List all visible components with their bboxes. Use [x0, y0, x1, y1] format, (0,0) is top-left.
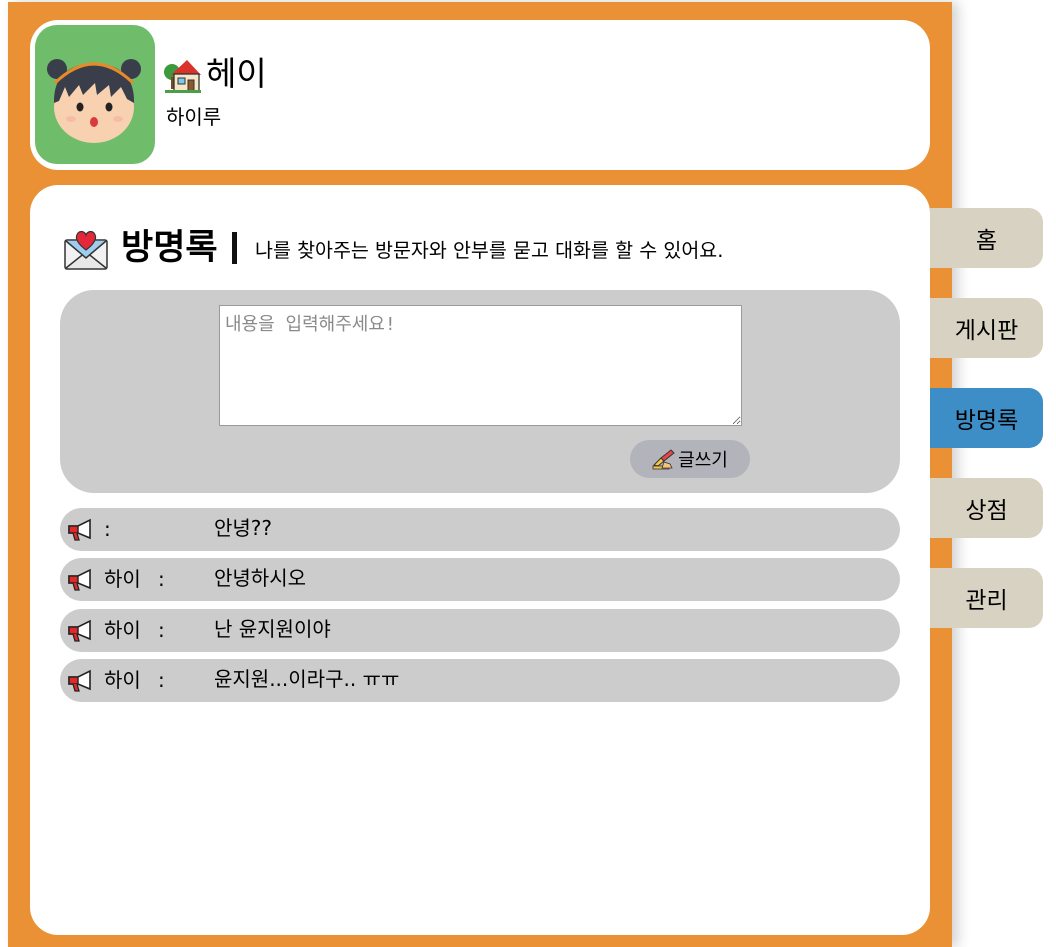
- megaphone-icon: [68, 669, 91, 692]
- tab-home[interactable]: 홈: [930, 208, 1043, 268]
- entry-colon: :: [104, 517, 111, 541]
- guestbook-message-input[interactable]: [219, 305, 742, 426]
- guestbook-entry: 하이 : 난 윤지원이야: [60, 609, 900, 652]
- profile-name: 헤이: [206, 54, 267, 93]
- entry-colon: :: [158, 618, 165, 642]
- megaphone-icon: [68, 518, 91, 541]
- megaphone-icon: [68, 619, 91, 642]
- guestbook-entry: : 안녕??: [60, 508, 900, 551]
- entry-message: 안녕하시오: [214, 566, 306, 590]
- tab-guestbook[interactable]: 방명록: [930, 388, 1043, 448]
- guestbook-title: 방명록: [121, 228, 218, 268]
- tab-board[interactable]: 게시판: [930, 298, 1043, 358]
- guestbook-entry: 하이 : 윤지원...이라구.. ㅠㅠ: [60, 659, 900, 702]
- tab-manage[interactable]: 관리: [930, 568, 1043, 628]
- guestbook-entry: 하이 : 안녕하시오: [60, 558, 900, 601]
- entry-author: 하이: [104, 567, 141, 591]
- tab-shop[interactable]: 상점: [930, 478, 1043, 538]
- entry-colon: :: [158, 567, 165, 591]
- title-separator: [232, 232, 237, 264]
- love-letter-icon: [64, 230, 108, 270]
- entry-message: 안녕??: [214, 516, 273, 540]
- entry-author: 하이: [104, 618, 141, 642]
- profile-card: [30, 20, 930, 170]
- profile-status: 하이루: [166, 105, 222, 129]
- entry-message: 윤지원...이라구.. ㅠㅠ: [214, 667, 400, 691]
- write-button-label: 글쓰기: [678, 450, 728, 471]
- entry-author: 하이: [104, 668, 141, 692]
- entry-colon: :: [158, 668, 165, 692]
- megaphone-icon: [68, 568, 91, 591]
- avatar: [35, 25, 155, 164]
- writing-hand-icon: [652, 449, 675, 470]
- girl-avatar-icon: [47, 59, 141, 143]
- guestbook-description: 나를 찾아주는 방문자와 안부를 묻고 대화를 할 수 있어요.: [255, 239, 724, 262]
- house-icon: [164, 60, 201, 93]
- write-button[interactable]: 글쓰기: [630, 440, 750, 478]
- entry-message: 난 윤지원이야: [214, 617, 331, 641]
